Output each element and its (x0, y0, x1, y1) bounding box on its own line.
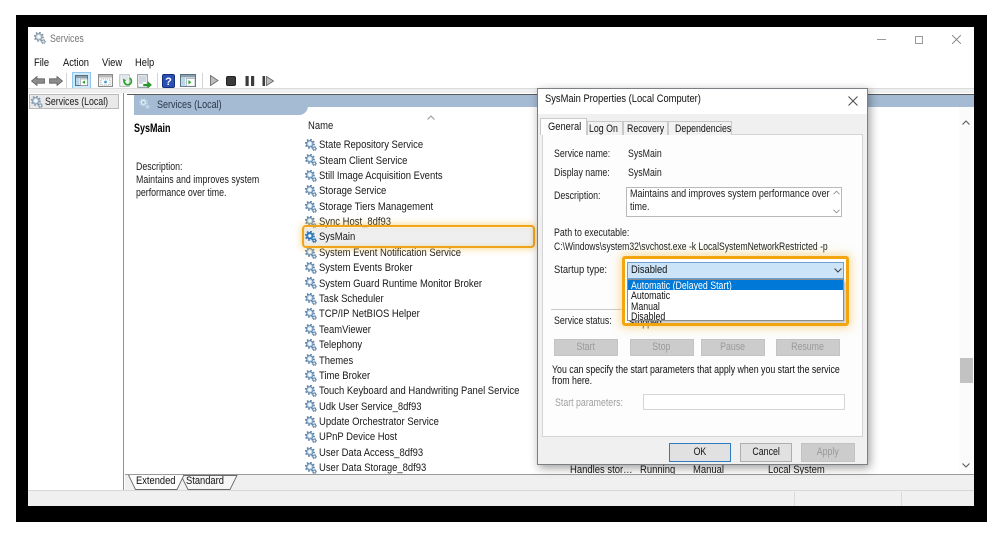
svg-text:?: ? (165, 75, 172, 87)
